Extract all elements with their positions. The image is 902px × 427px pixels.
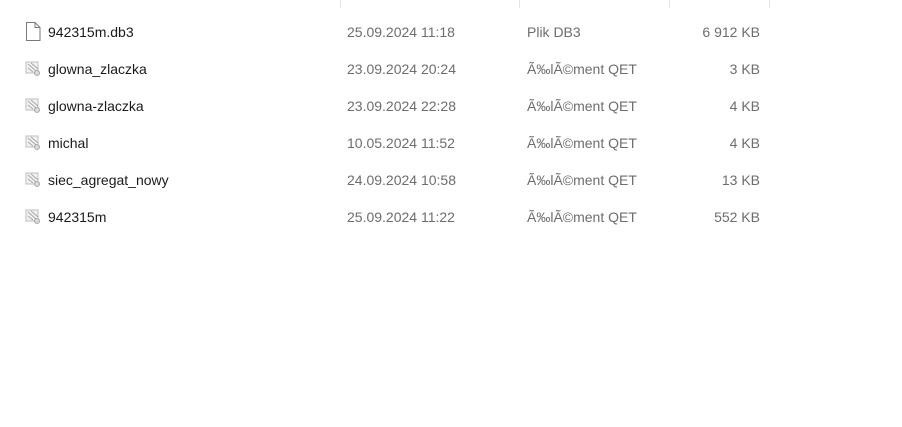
qet-element-icon <box>25 170 41 189</box>
file-date: 10.05.2024 11:52 <box>347 135 455 151</box>
file-row[interactable]: siec_agregat_nowy 24.09.2024 10:58 Ã‰lÃ©… <box>0 162 902 199</box>
file-size: 3 KB <box>729 61 760 77</box>
file-name: siec_agregat_nowy <box>48 172 169 188</box>
file-date: 23.09.2024 22:28 <box>347 98 456 114</box>
file-row[interactable]: 942315m.db3 25.09.2024 11:18 Plik DB3 6 … <box>0 14 902 51</box>
file-row[interactable]: glowna-zlaczka 23.09.2024 22:28 Ã‰lÃ©men… <box>0 88 902 125</box>
file-size: 6 912 KB <box>702 24 760 40</box>
column-divider-type[interactable] <box>519 0 520 8</box>
blank-document-icon <box>25 22 41 41</box>
file-row[interactable]: michal 10.05.2024 11:52 Ã‰lÃ©ment QET 4 … <box>0 125 902 162</box>
file-date: 25.09.2024 11:22 <box>347 209 455 225</box>
file-type: Ã‰lÃ©ment QET <box>527 209 637 225</box>
file-row[interactable]: 942315m 25.09.2024 11:22 Ã‰lÃ©ment QET 5… <box>0 199 902 236</box>
file-name: glowna-zlaczka <box>48 98 144 114</box>
file-name: 942315m.db3 <box>48 24 134 40</box>
qet-element-icon <box>25 133 41 152</box>
file-row[interactable]: glowna_zlaczka 23.09.2024 20:24 Ã‰lÃ©men… <box>0 51 902 88</box>
file-list-empty-area[interactable] <box>0 240 902 427</box>
column-header-strip <box>0 0 902 8</box>
file-size: 4 KB <box>729 98 760 114</box>
file-size: 4 KB <box>729 135 760 151</box>
file-type: Ã‰lÃ©ment QET <box>527 135 637 151</box>
file-type: Ã‰lÃ©ment QET <box>527 61 637 77</box>
file-type: Ã‰lÃ©ment QET <box>527 98 637 114</box>
file-type: Ã‰lÃ©ment QET <box>527 172 637 188</box>
file-size: 552 KB <box>714 209 760 225</box>
column-divider-date[interactable] <box>340 0 341 8</box>
qet-element-icon <box>25 207 41 226</box>
file-date: 24.09.2024 10:58 <box>347 172 456 188</box>
column-divider-size[interactable] <box>669 0 670 8</box>
file-date: 25.09.2024 11:18 <box>347 24 455 40</box>
column-divider-end[interactable] <box>769 0 770 8</box>
qet-element-icon <box>25 96 41 115</box>
file-name: glowna_zlaczka <box>48 61 147 77</box>
file-size: 13 KB <box>721 172 760 188</box>
file-list: 942315m.db3 25.09.2024 11:18 Plik DB3 6 … <box>0 14 902 236</box>
file-name: michal <box>48 135 89 151</box>
file-name: 942315m <box>48 209 107 225</box>
file-type: Plik DB3 <box>527 24 581 40</box>
qet-element-icon <box>25 59 41 78</box>
file-date: 23.09.2024 20:24 <box>347 61 456 77</box>
